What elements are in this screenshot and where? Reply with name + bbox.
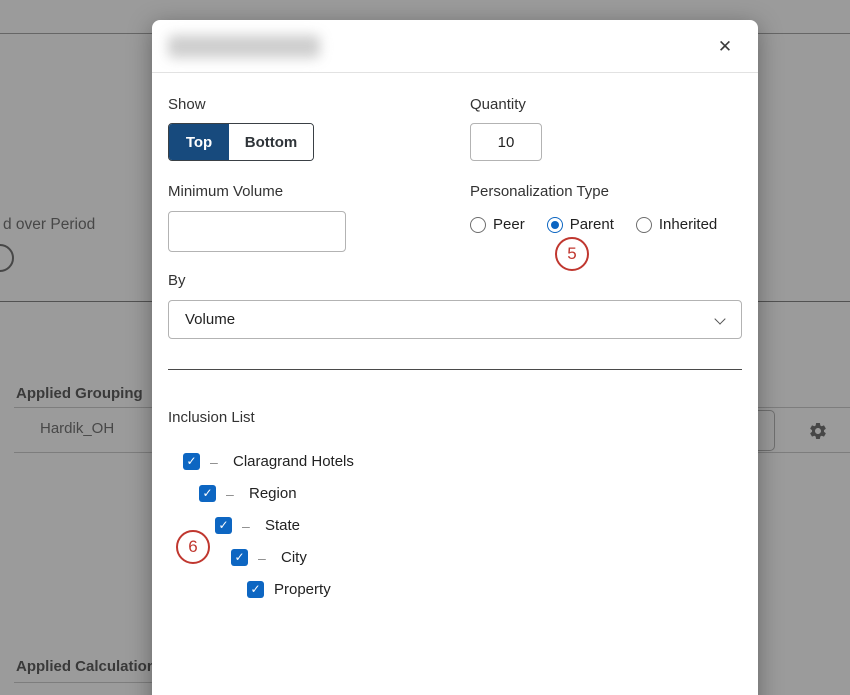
show-top-button[interactable]: Top <box>169 124 229 160</box>
tree-row: ✓ – State <box>215 517 300 534</box>
radio-peer[interactable]: Peer <box>470 216 525 233</box>
radio-inherited[interactable]: Inherited <box>636 216 717 233</box>
tree-row: ✓ Property <box>247 581 331 598</box>
modal-title-redacted <box>168 35 320 58</box>
checkbox-checked-icon[interactable]: ✓ <box>199 485 216 502</box>
tree-item-label: Claragrand Hotels <box>233 453 354 470</box>
tree-item-label: Property <box>274 581 331 598</box>
tree-item-label: Region <box>249 485 297 502</box>
tree-dash-icon: – <box>210 454 222 470</box>
radio-unselected-icon <box>636 217 652 233</box>
personalization-type-label: Personalization Type <box>470 183 609 200</box>
quantity-label: Quantity <box>470 96 526 113</box>
gear-icon <box>808 421 828 441</box>
annotation-circle-6: 6 <box>176 530 210 564</box>
chevron-down-icon <box>714 313 725 324</box>
checkbox-checked-icon[interactable]: ✓ <box>231 549 248 566</box>
checkbox-checked-icon[interactable]: ✓ <box>183 453 200 470</box>
by-select[interactable]: Volume <box>168 300 742 339</box>
background-radio-button <box>0 244 14 272</box>
radio-parent-label: Parent <box>570 216 614 233</box>
tree-row: ✓ – Claragrand Hotels <box>183 453 354 470</box>
tree-item-label: State <box>265 517 300 534</box>
quantity-input[interactable] <box>470 123 542 161</box>
by-label: By <box>168 272 186 289</box>
applied-grouping-heading: Applied Grouping <box>16 385 143 402</box>
section-divider <box>168 369 742 370</box>
personalization-type-radio-group: Peer Parent Inherited <box>470 216 717 233</box>
annotation-circle-5: 5 <box>555 237 589 271</box>
inclusion-list-label: Inclusion List <box>168 409 255 426</box>
radio-peer-label: Peer <box>493 216 525 233</box>
checkbox-checked-icon[interactable]: ✓ <box>247 581 264 598</box>
tree-item-label: City <box>281 549 307 566</box>
modal-header: ✕ <box>152 20 758 73</box>
show-label: Show <box>168 96 206 113</box>
tree-dash-icon: – <box>258 550 270 566</box>
grouping-row-value: Hardik_OH <box>40 420 114 437</box>
settings-modal: ✕ Show Top Bottom Quantity Minimum Volum… <box>152 20 758 695</box>
minimum-volume-input[interactable] <box>168 211 346 252</box>
radio-unselected-icon <box>470 217 486 233</box>
tree-row: ✓ – Region <box>199 485 297 502</box>
tree-row: ✓ – City <box>231 549 307 566</box>
applied-calculation-heading: Applied Calculation <box>16 658 156 675</box>
radio-selected-icon <box>547 217 563 233</box>
close-icon[interactable]: ✕ <box>712 34 738 60</box>
show-toggle-group: Top Bottom <box>168 123 314 161</box>
period-over-period-label: d over Period <box>3 216 95 234</box>
checkbox-checked-icon[interactable]: ✓ <box>215 517 232 534</box>
by-select-value: Volume <box>185 311 235 328</box>
radio-parent[interactable]: Parent <box>547 216 614 233</box>
show-bottom-button[interactable]: Bottom <box>229 124 313 160</box>
tree-dash-icon: – <box>242 518 254 534</box>
tree-dash-icon: – <box>226 486 238 502</box>
radio-inherited-label: Inherited <box>659 216 717 233</box>
minimum-volume-label: Minimum Volume <box>168 183 283 200</box>
calculation-heading-divider <box>14 682 160 683</box>
